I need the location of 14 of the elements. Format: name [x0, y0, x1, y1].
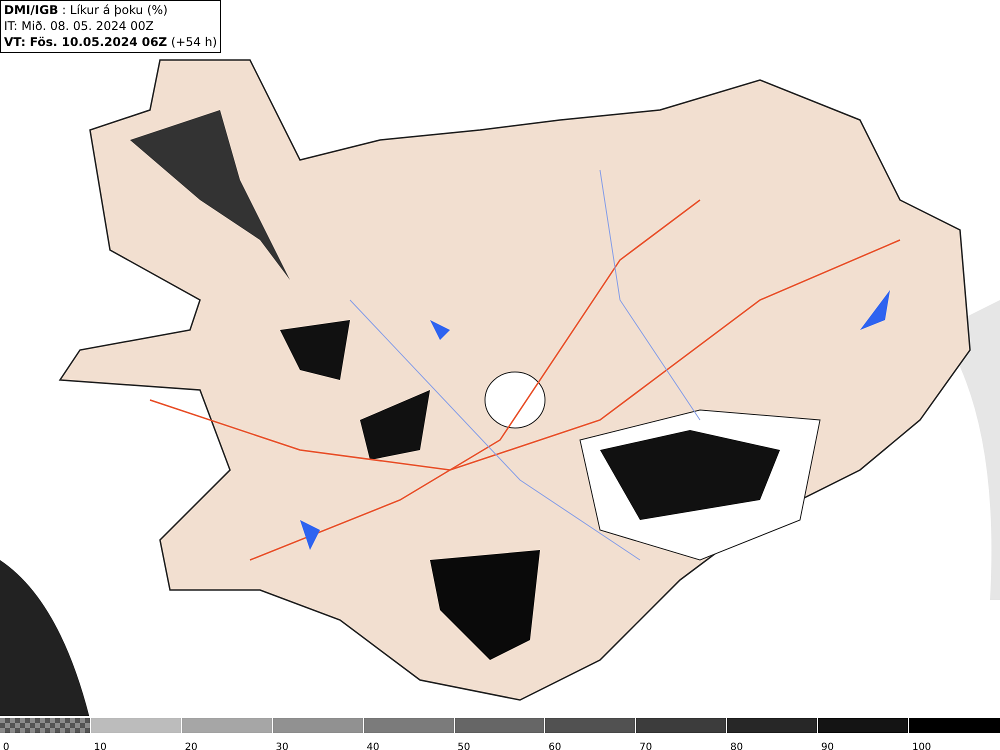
legend-label: 100	[912, 742, 932, 750]
legend-label: 10	[94, 742, 107, 750]
legend-label: 0	[3, 742, 10, 750]
legend-label: 50	[458, 742, 470, 750]
legend-label: 70	[639, 742, 652, 750]
legend-label: 90	[821, 742, 834, 750]
title-text: IT: Mið. 08. 05. 2024 00Z	[4, 18, 155, 34]
title-text: VT: Fös. 10.05.2024 06Z (+54 h)	[4, 34, 218, 50]
legend-label: 40	[366, 742, 380, 750]
legend-label: 20	[184, 742, 198, 750]
legend-label: 80	[730, 742, 743, 750]
legend-label: 60	[548, 742, 562, 750]
legend-label: 30	[276, 742, 288, 750]
title-text: DMI/IGB : Líkur á þoku (%)	[4, 2, 169, 18]
